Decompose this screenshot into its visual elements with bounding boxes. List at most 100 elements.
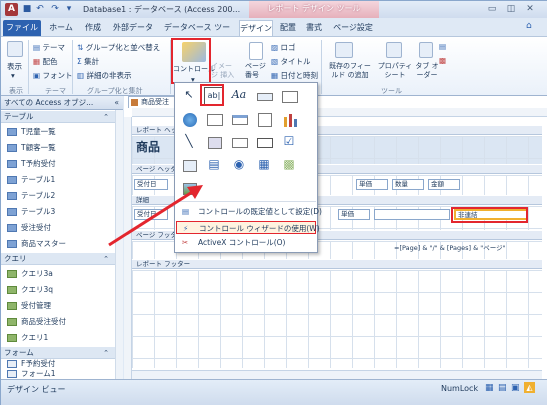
chart-control-icon[interactable]: [279, 110, 299, 128]
button-control-icon[interactable]: [254, 87, 274, 105]
total-button[interactable]: Σ 集計: [77, 56, 99, 67]
table-icon: [7, 192, 17, 200]
view-icon[interactable]: [7, 41, 23, 57]
nav-item-table[interactable]: 受注受付: [1, 220, 116, 236]
query-icon: [7, 286, 17, 294]
collapse-chevron-icon[interactable]: ⌃: [103, 253, 109, 265]
nav-item-form[interactable]: フォーム1: [1, 369, 116, 379]
nav-section-queries[interactable]: クエリ ⌃: [1, 253, 123, 265]
group-label-view: 表示: [9, 87, 23, 95]
macro-icon[interactable]: ▩: [439, 56, 446, 65]
colors-button[interactable]: ▦ 配色: [33, 56, 57, 67]
view-dropdown-icon[interactable]: ▾: [11, 71, 15, 80]
horizontal-scrollbar[interactable]: [132, 370, 542, 379]
unit-price-label[interactable]: 単価: [356, 179, 388, 190]
nav-item-table[interactable]: T児童一覧: [1, 124, 116, 140]
insert-image-button[interactable]: イメージ 挿入: [211, 62, 237, 80]
select-pointer-icon[interactable]: ↖: [179, 87, 199, 105]
nav-item-query[interactable]: クエリ3q: [1, 282, 116, 298]
group-sort-button[interactable]: ⇅ グループ化と並べ替え: [77, 42, 160, 53]
property-sheet-button[interactable]: プロパティ シート: [376, 62, 414, 80]
minimize-icon[interactable]: ▭: [484, 3, 500, 15]
tab-format[interactable]: 書式: [303, 20, 325, 36]
nav-item-query[interactable]: 受付管理: [1, 298, 116, 314]
nav-item-form[interactable]: F予約受付: [1, 359, 116, 369]
nav-collapse-icon[interactable]: «: [114, 96, 119, 109]
hide-details-icon: ▥: [77, 71, 85, 80]
table-icon: [7, 208, 17, 216]
nav-section-tables[interactable]: テーブル ⌃: [1, 111, 123, 123]
report-view-icon[interactable]: ▣: [511, 383, 520, 393]
subform-control-icon[interactable]: ▦: [254, 156, 274, 174]
property-sheet-icon[interactable]: [386, 42, 402, 58]
nav-item-table[interactable]: T顧客一覧: [1, 140, 116, 156]
logo-button[interactable]: ▨ ロゴ: [271, 42, 295, 53]
hyperlink-control-icon[interactable]: [179, 110, 199, 128]
report-title-label[interactable]: 商品: [136, 138, 160, 155]
redo-icon[interactable]: ↷: [49, 3, 61, 15]
nav-item-table[interactable]: T予約受付: [1, 156, 116, 172]
nav-pane-header[interactable]: すべての Access オブジ... «: [1, 96, 123, 110]
fonts-button[interactable]: ▣ フォント: [33, 70, 72, 81]
listbox-control-icon[interactable]: [229, 133, 249, 151]
tab-page-setup[interactable]: ページ設定: [331, 20, 375, 36]
toggle-button-icon[interactable]: [204, 133, 224, 151]
nav-item-query[interactable]: クエリ1: [1, 330, 116, 346]
tab-order-button[interactable]: タブ オーダー: [413, 62, 441, 80]
form-icon: [7, 360, 17, 368]
collapse-chevron-icon[interactable]: ⌃: [103, 111, 109, 123]
radio-button-icon[interactable]: ◉: [229, 156, 249, 174]
fonts-label: フォント: [42, 71, 73, 80]
themes-button[interactable]: ▤ テーマ: [33, 42, 65, 53]
collapse-chevron-icon[interactable]: ⌃: [103, 347, 109, 359]
add-fields-button[interactable]: 既存のフィールド の追加: [326, 62, 374, 80]
web-browser-control-icon[interactable]: [204, 110, 224, 128]
page-number-button[interactable]: ページ 番号: [245, 62, 267, 80]
checkbox-control-icon[interactable]: ☑: [279, 133, 299, 151]
option-group-icon[interactable]: [254, 110, 274, 128]
label-control-icon[interactable]: Aa: [229, 87, 249, 105]
rectangle-control-icon[interactable]: [254, 133, 274, 151]
restore-icon[interactable]: ◫: [503, 3, 519, 15]
quantity-label[interactable]: 数量: [392, 179, 424, 190]
nav-item-table[interactable]: テーブル1: [1, 172, 116, 188]
tab-order-icon[interactable]: [419, 42, 433, 58]
undo-icon[interactable]: ↶: [34, 3, 46, 15]
customize-qat-icon[interactable]: ▾: [63, 3, 75, 15]
tab-design[interactable]: デザイン: [239, 20, 273, 36]
hide-details-button[interactable]: ▥ 詳細の非表示: [77, 70, 131, 81]
code-icon[interactable]: ▤: [439, 42, 446, 51]
nav-item-table[interactable]: テーブル2: [1, 188, 116, 204]
tab-arrange[interactable]: 配置: [277, 20, 299, 36]
add-fields-icon[interactable]: [335, 42, 353, 58]
tab-database-tools[interactable]: データベース ツール: [161, 20, 233, 47]
design-view-icon[interactable]: ▦: [485, 383, 494, 393]
help-icon[interactable]: ⌂: [526, 21, 532, 31]
text-field[interactable]: [374, 209, 450, 220]
section-report-footer[interactable]: レポート フッター: [132, 260, 542, 269]
nav-item-table[interactable]: テーブル3: [1, 204, 116, 220]
total-label[interactable]: 金額: [428, 179, 460, 190]
save-icon[interactable]: ■: [21, 3, 33, 15]
datetime-button[interactable]: ▦ 日付と時刻: [271, 70, 318, 81]
navigation-control-icon[interactable]: [229, 110, 249, 128]
nav-item-table[interactable]: 商品マスター: [1, 236, 116, 252]
unit-price-field[interactable]: 単価: [338, 209, 370, 220]
access-app-icon[interactable]: A: [5, 3, 18, 16]
layout-view-icon[interactable]: ▤: [498, 383, 507, 393]
nav-section-forms[interactable]: フォーム ⌃: [1, 347, 123, 359]
nav-item-query[interactable]: クエリ3a: [1, 266, 116, 282]
title-button[interactable]: ▧ タイトル: [271, 56, 310, 67]
close-icon[interactable]: ✕: [522, 3, 538, 15]
tab-create[interactable]: 作成: [81, 20, 105, 36]
tab-control-icon[interactable]: [279, 87, 299, 105]
tab-file[interactable]: ファイル: [3, 20, 41, 36]
print-preview-icon[interactable]: ◭: [524, 382, 535, 393]
bound-frame-icon[interactable]: ▩: [279, 156, 299, 174]
tab-home[interactable]: ホーム: [47, 20, 75, 36]
nav-item-query[interactable]: 商品受注受付: [1, 314, 116, 330]
line-control-icon[interactable]: ╲: [179, 133, 199, 151]
page-number-icon[interactable]: [249, 42, 263, 60]
tab-external-data[interactable]: 外部データ: [111, 20, 155, 36]
page-number-expression[interactable]: =[Page] & "/" & [Pages] & "ページ": [392, 244, 540, 255]
